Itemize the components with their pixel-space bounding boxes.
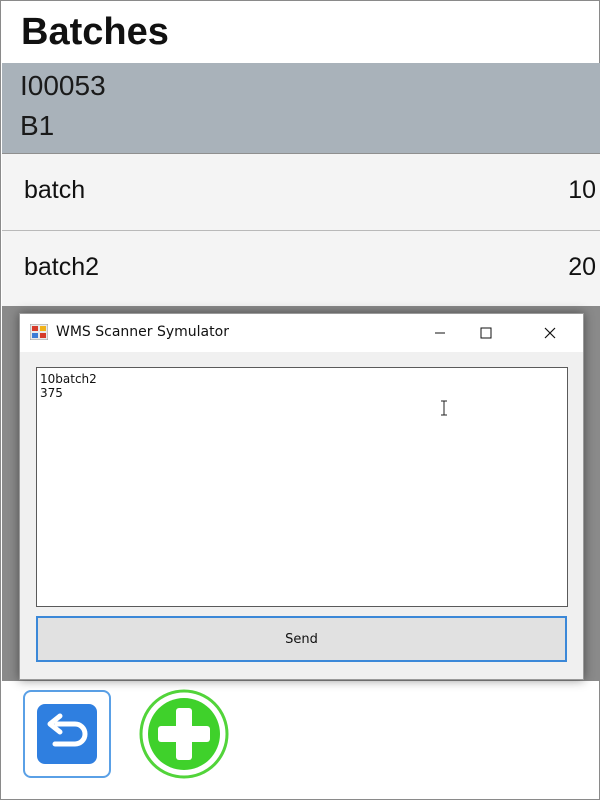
- text-cursor-icon: [441, 400, 447, 416]
- undo-arrow-icon: [37, 704, 97, 764]
- dialog-titlebar[interactable]: WMS Scanner Symulator: [20, 314, 583, 352]
- batch-quantity: 10: [568, 176, 596, 204]
- close-icon: [544, 327, 556, 339]
- document-number: I00053: [20, 70, 106, 101]
- minimize-button[interactable]: [417, 314, 463, 352]
- plus-circle-icon: [139, 689, 229, 779]
- scan-text-input[interactable]: 10batch2 375: [36, 367, 568, 607]
- batch-name: batch: [24, 176, 86, 204]
- app-window: Batches I00053 B1 batch 10 batch2 20 WMS…: [0, 0, 600, 800]
- scanner-app-icon: [30, 324, 48, 340]
- back-button[interactable]: [23, 690, 111, 778]
- page-title: Batches: [21, 11, 169, 53]
- batch-list: batch 10 batch2 20: [2, 153, 600, 307]
- batch-row[interactable]: batch2 20: [2, 230, 600, 307]
- document-header: I00053 B1: [2, 63, 600, 153]
- dialog-title: WMS Scanner Symulator: [56, 324, 229, 340]
- send-button[interactable]: Send: [36, 616, 567, 662]
- close-button[interactable]: [527, 314, 573, 352]
- batch-name: batch2: [24, 253, 100, 281]
- batch-row[interactable]: batch 10: [2, 153, 600, 230]
- add-button[interactable]: [139, 689, 229, 779]
- minimize-icon: [435, 332, 445, 334]
- maximize-icon: [480, 327, 492, 339]
- batch-quantity: 20: [568, 253, 596, 281]
- maximize-button[interactable]: [463, 314, 509, 352]
- location-code: B1: [20, 110, 55, 141]
- scanner-dialog: WMS Scanner Symulator 10batch2 375 Send: [19, 313, 584, 680]
